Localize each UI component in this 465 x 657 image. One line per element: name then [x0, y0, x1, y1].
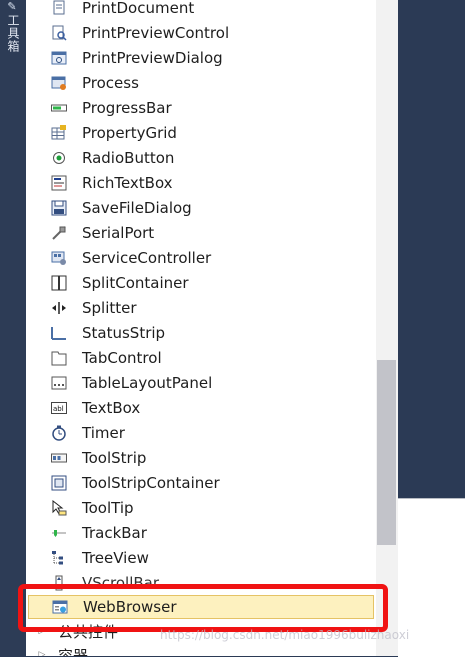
- vscrollbar-icon: [51, 575, 67, 591]
- toolbox-item-savefiledialog[interactable]: SaveFileDialog: [26, 195, 376, 220]
- pin-icon[interactable]: ✎: [5, 1, 19, 12]
- propertygrid-icon: [51, 124, 67, 141]
- toolbox-item-progressbar[interactable]: ProgressBar: [26, 95, 376, 120]
- scrollbar-thumb[interactable]: [377, 360, 396, 545]
- toolbox-item-label: TextBox: [82, 398, 141, 417]
- toolbox-item-label: SerialPort: [82, 223, 155, 242]
- toolbox-item-label: ServiceController: [82, 248, 212, 267]
- serialport-icon: [51, 225, 67, 241]
- toolbox-item-label: WebBrowser: [83, 598, 177, 616]
- toolbox-item-label: ToolTip: [82, 498, 134, 517]
- toolbox-item-webbrowser[interactable]: WebBrowser: [28, 595, 374, 619]
- toolbox-item-label: TableLayoutPanel: [82, 373, 213, 392]
- chevron-right-icon: ▷: [38, 626, 46, 636]
- toolstrip-icon: [51, 450, 67, 466]
- toolstripcontainer-icon: [51, 475, 67, 491]
- toolbox-scrollbar[interactable]: [376, 0, 398, 656]
- watermark: https://blog.csdn.net/miao1996bulizhaoxi: [160, 628, 410, 642]
- toolbox-item-serialport[interactable]: SerialPort: [26, 220, 376, 245]
- tabcontrol-icon: [51, 350, 67, 366]
- toolbox-item-propertygrid[interactable]: PropertyGrid: [26, 120, 376, 145]
- toolbox-group-containers[interactable]: ▷ 容器: [26, 644, 376, 657]
- toolbox-item-label: RichTextBox: [82, 173, 173, 192]
- richtextbox-icon: [51, 175, 67, 191]
- toolbox-item-label: TreeView: [82, 548, 149, 567]
- toolbox-item-label: PrintDocument: [82, 0, 195, 17]
- toolbox-item-label: PrintPreviewDialog: [82, 48, 223, 67]
- toolbox-item-vscrollbar[interactable]: VScrollBar: [26, 570, 376, 595]
- toolbox-item-label: SplitContainer: [82, 273, 189, 292]
- toolbox-item-splitcontainer[interactable]: SplitContainer: [26, 270, 376, 295]
- toolbox-item-richtextbox[interactable]: RichTextBox: [26, 170, 376, 195]
- toolbox-item-trackbar[interactable]: TrackBar: [26, 520, 376, 545]
- toolbox-item-statusstrip[interactable]: StatusStrip: [26, 320, 376, 345]
- print-document-icon: [51, 0, 67, 16]
- side-tab-label: 工具箱: [6, 14, 20, 53]
- toolbox-item-label: TabControl: [82, 348, 162, 367]
- toolbox-item-timer[interactable]: Timer: [26, 420, 376, 445]
- toolbox-item-label: TrackBar: [82, 523, 147, 542]
- toolbox-item-label: RadioButton: [82, 148, 175, 167]
- splitcontainer-icon: [51, 275, 67, 291]
- timer-icon: [51, 425, 67, 441]
- toolbox-item-process[interactable]: Process: [26, 70, 376, 95]
- tooltip-icon: [51, 499, 67, 516]
- toolbox-item-tablelayoutpanel[interactable]: TableLayoutPanel: [26, 370, 376, 395]
- toolbox-group-label: 公共控件: [58, 622, 119, 641]
- toolbox-item-label: Splitter: [82, 298, 137, 317]
- radiobutton-icon: [51, 150, 67, 166]
- toolbox-item-toolstripcontainer[interactable]: ToolStripContainer: [26, 470, 376, 495]
- toolbox-group-label: 容器: [58, 646, 89, 657]
- trackbar-icon: [51, 525, 67, 541]
- toolbox-item-printpreviewcontrol[interactable]: PrintPreviewControl: [26, 20, 376, 45]
- toolbox-item-splitter[interactable]: Splitter: [26, 295, 376, 320]
- splitter-icon: [51, 300, 67, 316]
- svg-text:abl: abl: [53, 405, 64, 413]
- toolbox-item-label: ProgressBar: [82, 98, 172, 117]
- statusstrip-icon: [51, 325, 67, 341]
- toolbox-side-tab[interactable]: ✎ 工具箱: [0, 0, 26, 656]
- toolbox-item-label: SaveFileDialog: [82, 198, 192, 217]
- webbrowser-icon: [52, 599, 68, 615]
- toolbox-item-label: PrintPreviewControl: [82, 23, 230, 42]
- toolbox-item-label: VScrollBar: [82, 573, 160, 592]
- print-preview-control-icon: [51, 25, 67, 41]
- toolbox-item-label: Process: [82, 73, 139, 92]
- process-icon: [51, 75, 67, 91]
- print-preview-dialog-icon: [51, 50, 67, 66]
- toolbox-item-printdocument[interactable]: PrintDocument: [26, 0, 376, 20]
- toolbox-item-treeview[interactable]: TreeView: [26, 545, 376, 570]
- toolbox-panel: PrintDocument PrintPreviewControl PrintP…: [26, 0, 376, 656]
- toolbox-item-label: ToolStripContainer: [82, 473, 220, 492]
- textbox-icon: abl: [51, 400, 67, 416]
- toolbox-item-printpreviewdialog[interactable]: PrintPreviewDialog: [26, 45, 376, 70]
- toolbox-item-label: ToolStrip: [82, 448, 147, 467]
- toolbox-item-textbox[interactable]: abl TextBox: [26, 395, 376, 420]
- savefiledialog-icon: [51, 200, 67, 216]
- toolbox-item-radiobutton[interactable]: RadioButton: [26, 145, 376, 170]
- progressbar-icon: [51, 100, 67, 116]
- chevron-right-icon: ▷: [38, 650, 46, 656]
- toolbox-item-tabcontrol[interactable]: TabControl: [26, 345, 376, 370]
- treeview-icon: [51, 550, 67, 566]
- toolbox-item-tooltip[interactable]: ToolTip: [26, 495, 376, 520]
- toolbox-item-servicecontroller[interactable]: ServiceController: [26, 245, 376, 270]
- toolbox-item-label: Timer: [82, 423, 125, 442]
- servicecontroller-icon: [51, 250, 67, 266]
- toolbox-item-label: StatusStrip: [82, 323, 166, 342]
- toolbox-item-toolstrip[interactable]: ToolStrip: [26, 445, 376, 470]
- toolbox-item-label: PropertyGrid: [82, 123, 177, 142]
- tablelayoutpanel-icon: [51, 375, 67, 391]
